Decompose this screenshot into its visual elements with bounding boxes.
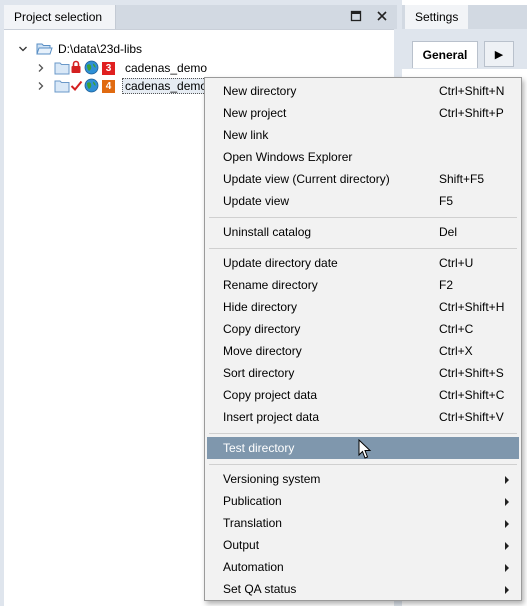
menu-item-label: Update view (Current directory) <box>223 172 390 186</box>
menu-item-open-windows-explorer[interactable]: Open Windows Explorer <box>207 146 519 168</box>
folder-icon <box>54 79 70 98</box>
menu-item-update-view[interactable]: Update view F5 <box>207 190 519 212</box>
menu-item-label: Output <box>223 538 260 552</box>
menu-separator <box>209 433 517 434</box>
menu-item-shortcut: Del <box>439 225 458 239</box>
status-badge: 4 <box>102 80 115 93</box>
submenu-arrow-icon <box>505 586 509 594</box>
menu-item-output[interactable]: Output <box>207 534 519 556</box>
menu-item-shortcut: Ctrl+Shift+S <box>439 366 504 380</box>
menu-item-automation[interactable]: Automation <box>207 556 519 578</box>
close-icon[interactable] <box>375 10 389 24</box>
menu-item-shortcut: Ctrl+Shift+H <box>439 300 505 314</box>
menu-item-label: Open Windows Explorer <box>223 150 353 164</box>
chevron-right-icon[interactable] <box>36 63 46 73</box>
menu-item-label: Sort directory <box>223 366 295 380</box>
menu-item-update-directory-date[interactable]: Update directory date Ctrl+U <box>207 252 519 274</box>
menu-item-sort-directory[interactable]: Sort directory Ctrl+Shift+S <box>207 362 519 384</box>
menu-item-shortcut: Ctrl+C <box>439 322 474 336</box>
menu-item-label: Uninstall catalog <box>223 225 312 239</box>
menu-item-copy-project-data[interactable]: Copy project data Ctrl+Shift+C <box>207 384 519 406</box>
menu-separator <box>209 248 517 249</box>
submenu-arrow-icon <box>505 520 509 528</box>
menu-item-shortcut: Ctrl+Shift+P <box>439 106 504 120</box>
menu-item-label: New project <box>223 106 287 120</box>
menu-item-label: Publication <box>223 494 282 508</box>
menu-item-new-directory[interactable]: New directory Ctrl+Shift+N <box>207 80 519 102</box>
menu-item-publication[interactable]: Publication <box>207 490 519 512</box>
menu-item-insert-project-data[interactable]: Insert project data Ctrl+Shift+V <box>207 406 519 428</box>
menu-item-versioning-system[interactable]: Versioning system <box>207 468 519 490</box>
menu-separator <box>209 217 517 218</box>
context-menu: New directory Ctrl+Shift+N New project C… <box>204 77 522 601</box>
settings-panel-titlebar: Settings <box>402 5 527 29</box>
menu-item-set-qa-status[interactable]: Set QA status <box>207 578 519 600</box>
settings-panel-title: Settings <box>405 5 468 29</box>
tree-root-label: D:\data\23d-libs <box>58 42 143 56</box>
tab-scroll-right-button[interactable]: ▶ <box>484 41 514 67</box>
chevron-right-icon[interactable] <box>36 81 46 91</box>
tree-item[interactable]: 3 cadenas_demo <box>34 59 354 77</box>
menu-item-label: Rename directory <box>223 278 318 292</box>
status-badge: 3 <box>102 62 115 75</box>
project-panel-title: Project selection <box>4 5 116 29</box>
menu-item-update-view-current[interactable]: Update view (Current directory) Shift+F5 <box>207 168 519 190</box>
menu-item-label: Update view <box>223 194 290 208</box>
menu-item-label: New directory <box>223 84 297 98</box>
submenu-arrow-icon <box>505 476 509 484</box>
menu-item-label: Hide directory <box>223 300 298 314</box>
menu-item-label: Translation <box>223 516 282 530</box>
menu-item-label: Update directory date <box>223 256 338 270</box>
submenu-arrow-icon <box>505 498 509 506</box>
menu-item-label: Insert project data <box>223 410 320 424</box>
menu-item-hide-directory[interactable]: Hide directory Ctrl+Shift+H <box>207 296 519 318</box>
menu-item-shortcut: F5 <box>439 194 454 208</box>
maximize-icon[interactable] <box>349 10 363 24</box>
open-folder-icon <box>36 41 53 61</box>
submenu-arrow-icon <box>505 542 509 550</box>
menu-item-shortcut: F2 <box>439 278 454 292</box>
menu-item-move-directory[interactable]: Move directory Ctrl+X <box>207 340 519 362</box>
menu-item-label: Move directory <box>223 344 302 358</box>
menu-item-new-project[interactable]: New project Ctrl+Shift+P <box>207 102 519 124</box>
project-panel-titlebar: Project selection <box>4 5 397 29</box>
menu-item-rename-directory[interactable]: Rename directory F2 <box>207 274 519 296</box>
menu-item-shortcut: Ctrl+X <box>439 344 473 358</box>
tab-general[interactable]: General <box>412 41 478 68</box>
menu-item-shortcut: Ctrl+Shift+C <box>439 388 505 402</box>
menu-item-label: Automation <box>223 560 284 574</box>
menu-item-translation[interactable]: Translation <box>207 512 519 534</box>
submenu-arrow-icon <box>505 564 509 572</box>
menu-item-label: Copy directory <box>223 322 301 336</box>
menu-item-label: Test directory <box>223 441 295 455</box>
mouse-cursor-icon <box>358 438 372 463</box>
menu-item-copy-directory[interactable]: Copy directory Ctrl+C <box>207 318 519 340</box>
menu-item-label: Copy project data <box>223 388 318 402</box>
menu-item-label: New link <box>223 128 269 142</box>
menu-item-shortcut: Ctrl+Shift+V <box>439 410 504 424</box>
menu-item-shortcut: Ctrl+U <box>439 256 474 270</box>
menu-item-shortcut: Ctrl+Shift+N <box>439 84 505 98</box>
menu-item-new-link[interactable]: New link <box>207 124 519 146</box>
menu-separator <box>209 464 517 465</box>
menu-item-shortcut: Shift+F5 <box>439 172 485 186</box>
tree-root-row[interactable]: D:\data\23d-libs <box>16 40 316 58</box>
settings-tabs: General ▶ <box>402 29 527 69</box>
menu-item-label: Versioning system <box>223 472 321 486</box>
tree-item-label: cadenas_demo <box>122 78 211 94</box>
menu-item-uninstall-catalog[interactable]: Uninstall catalog Del <box>207 221 519 243</box>
tree-item-label: cadenas_demo <box>125 61 208 75</box>
menu-item-label: Set QA status <box>223 582 297 596</box>
checkmark-icon <box>70 79 83 97</box>
globe-icon <box>84 78 99 98</box>
chevron-down-icon[interactable] <box>18 44 28 54</box>
